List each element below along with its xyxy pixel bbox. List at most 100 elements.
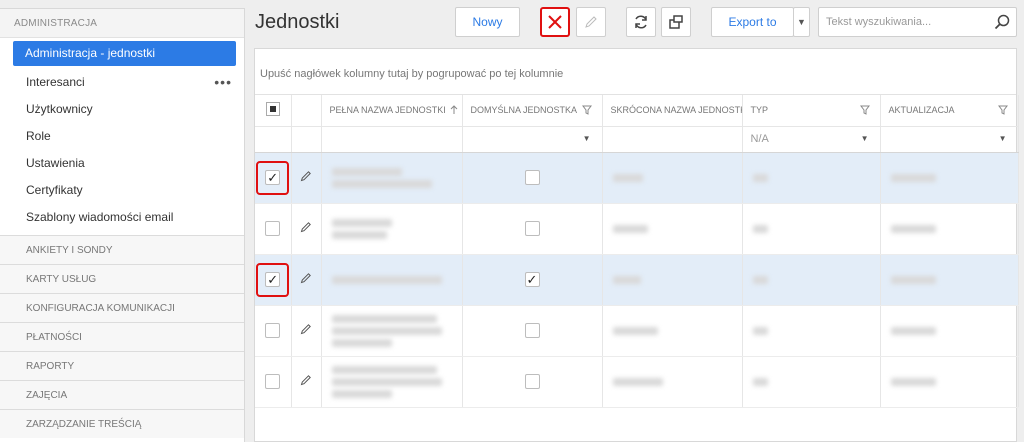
sidebar-item-uzytkownicy[interactable]: Użytkownicy xyxy=(0,96,244,123)
sidebar-section-zajecia[interactable]: ZAJĘCIA xyxy=(0,380,244,409)
filter-pelna-nazwa[interactable] xyxy=(321,126,463,153)
filter-skrocona[interactable] xyxy=(602,126,743,153)
delete-button[interactable] xyxy=(540,7,570,37)
group-panel[interactable]: Upuść nagłówek kolumny tutaj by pogrupow… xyxy=(255,49,1016,95)
column-header-pelna-nazwa[interactable]: PEŁNA NAZWA JEDNOSTKI xyxy=(321,95,463,127)
row-checkbox[interactable]: ✓ xyxy=(265,169,281,185)
refresh-button[interactable] xyxy=(626,7,656,37)
more-icon[interactable]: ••• xyxy=(214,69,232,96)
filter-icon[interactable] xyxy=(997,105,1008,115)
row-select-cell[interactable] xyxy=(255,356,292,408)
sidebar-section-platnosci[interactable]: PŁATNOŚCI xyxy=(0,322,244,351)
blurred-text xyxy=(752,326,768,335)
sidebar-item-label: Role xyxy=(26,129,51,143)
grid-table: PEŁNA NAZWA JEDNOSTKI DOMYŚLNA JEDNOSTKA… xyxy=(255,95,1019,408)
cell-domyslna xyxy=(462,152,603,204)
filter-typ-value: N/A xyxy=(750,133,769,145)
blurred-text xyxy=(752,173,768,182)
cell-skrocona xyxy=(602,254,743,306)
sidebar-section-raporty[interactable]: RAPORTY xyxy=(0,351,244,380)
row-select-cell[interactable] xyxy=(255,305,292,357)
edit-cell[interactable] xyxy=(291,305,322,357)
column-chooser-icon xyxy=(669,15,683,29)
filter-domyslna[interactable]: ▼ xyxy=(462,126,603,153)
pencil-icon[interactable] xyxy=(300,323,312,335)
sidebar-item-role[interactable]: Role xyxy=(0,123,244,150)
search-box[interactable] xyxy=(818,7,1017,37)
edit-cell[interactable] xyxy=(291,152,322,204)
pencil-icon[interactable] xyxy=(300,221,312,233)
blurred-text xyxy=(331,230,387,239)
cell-typ xyxy=(742,254,881,306)
table-row[interactable] xyxy=(255,305,1019,357)
sidebar-item-administracja-jednostki[interactable]: Administracja - jednostki xyxy=(13,41,236,66)
sidebar-item-interesanci[interactable]: Interesanci ••• xyxy=(0,69,244,96)
sidebar-item-szablony[interactable]: Szablony wiadomości email xyxy=(0,204,244,231)
edit-cell[interactable] xyxy=(291,356,322,408)
sidebar-section-ankiety[interactable]: ANKIETY I SONDY xyxy=(0,235,244,264)
sort-arrow-icon[interactable] xyxy=(450,105,458,115)
sidebar-section-konfiguracja[interactable]: KONFIGURACJA KOMUNIKACJI xyxy=(0,293,244,322)
sidebar-section-zarzadzanie[interactable]: ZARZĄDZANIE TREŚCIĄ xyxy=(0,409,244,438)
export-button[interactable]: Export to xyxy=(711,7,794,37)
row-select-cell[interactable]: ✓ xyxy=(255,254,292,306)
column-header-domyslna[interactable]: DOMYŚLNA JEDNOSTKA xyxy=(462,95,603,127)
search-icon[interactable] xyxy=(994,14,1010,30)
row-checkbox[interactable] xyxy=(265,322,281,338)
table-row[interactable] xyxy=(255,356,1019,408)
filter-typ[interactable]: N/A ▼ xyxy=(742,126,881,153)
column-header-label: SKRÓCONA NAZWA JEDNOSTKI xyxy=(610,105,742,116)
search-input[interactable] xyxy=(819,8,989,36)
blurred-text xyxy=(752,275,768,284)
default-checkbox xyxy=(524,169,540,185)
row-checkbox[interactable]: ✓ xyxy=(265,271,281,287)
filter-cell xyxy=(291,126,322,153)
filter-icon[interactable] xyxy=(859,105,870,115)
cell-skrocona xyxy=(602,152,743,204)
column-header-skrocona[interactable]: SKRÓCONA NAZWA JEDNOSTKI xyxy=(602,95,743,127)
select-all-checkbox[interactable] xyxy=(265,102,280,117)
sidebar-item-certyfikaty[interactable]: Certyfikaty xyxy=(0,177,244,204)
sidebar-item-ustawienia[interactable]: Ustawienia xyxy=(0,150,244,177)
column-header-typ[interactable]: TYP xyxy=(742,95,881,127)
table-row[interactable]: ✓ xyxy=(255,152,1019,204)
blurred-text xyxy=(612,326,658,335)
pencil-icon[interactable] xyxy=(300,170,312,182)
chevron-down-icon[interactable]: ▼ xyxy=(583,134,591,143)
pencil-icon[interactable] xyxy=(300,374,312,386)
cell-skrocona xyxy=(602,203,743,255)
blurred-text xyxy=(331,377,442,386)
blurred-text xyxy=(752,377,768,386)
pencil-icon[interactable] xyxy=(300,272,312,284)
highlight-box: ✓ xyxy=(256,262,290,297)
chevron-down-icon[interactable]: ▼ xyxy=(861,134,869,143)
sidebar-item-label: Szablony wiadomości email xyxy=(26,210,174,224)
cell-aktualizacja xyxy=(880,356,1019,408)
row-select-cell[interactable]: ✓ xyxy=(255,152,292,204)
filter-aktualizacja[interactable]: ▼ xyxy=(880,126,1019,153)
filter-icon[interactable] xyxy=(581,105,592,115)
cell-pelna-nazwa xyxy=(321,203,463,255)
sidebar: ADMINISTRACJA Administracja - jednostki … xyxy=(0,8,245,442)
filter-cell xyxy=(255,126,292,153)
edit-cell[interactable] xyxy=(291,203,322,255)
row-select-cell[interactable] xyxy=(255,203,292,255)
export-dropdown-button[interactable]: ▼ xyxy=(793,7,810,37)
edit-cell[interactable] xyxy=(291,254,322,306)
cell-pelna-nazwa xyxy=(321,254,463,306)
column-header-aktualizacja[interactable]: AKTUALIZACJA xyxy=(880,95,1019,127)
table-row[interactable] xyxy=(255,203,1019,255)
row-checkbox[interactable] xyxy=(265,373,281,389)
select-all-cell[interactable] xyxy=(255,95,292,127)
blurred-text xyxy=(331,365,437,374)
sidebar-section-karty-uslug[interactable]: KARTY USŁUG xyxy=(0,264,244,293)
new-button[interactable]: Nowy xyxy=(455,7,520,37)
edit-button[interactable] xyxy=(576,7,606,37)
filter-row: ▼ N/A ▼ ▼ xyxy=(255,126,1019,153)
chevron-down-icon[interactable]: ▼ xyxy=(999,134,1007,143)
table-row[interactable]: ✓ ✓ xyxy=(255,254,1019,306)
column-chooser-button[interactable] xyxy=(661,7,691,37)
page-title: Jednostki xyxy=(255,11,340,33)
row-checkbox[interactable] xyxy=(265,220,281,236)
column-header-label: DOMYŚLNA JEDNOSTKA xyxy=(470,105,578,116)
